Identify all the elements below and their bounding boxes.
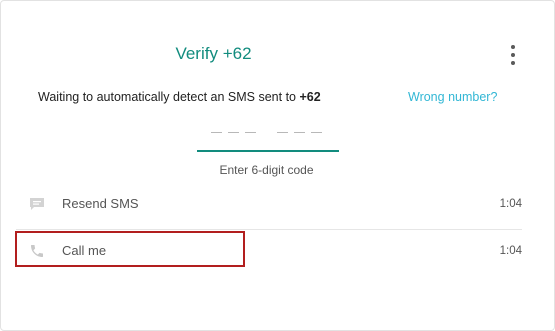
resend-sms-option[interactable]: Resend SMS 1:04 (16, 186, 522, 221)
more-options-icon[interactable] (505, 45, 521, 65)
code-digit-placeholder (211, 132, 222, 133)
divider (16, 229, 522, 230)
waiting-text: Waiting to automatically detect an SMS s… (38, 90, 300, 104)
code-digit-placeholder (294, 132, 305, 133)
call-me-timer: 1:04 (499, 244, 522, 257)
code-digit-placeholder (311, 132, 322, 133)
page-title: Verify +62 (175, 44, 252, 63)
code-field-label: Enter 6-digit code (219, 163, 314, 177)
message-icon (28, 195, 46, 213)
code-digit-placeholder (228, 132, 239, 133)
code-digit-placeholder (277, 132, 288, 133)
highlight-box (15, 231, 245, 267)
phone-number: +62 (299, 90, 321, 104)
resend-sms-timer: 1:04 (499, 197, 522, 210)
resend-sms-label: Resend SMS (62, 196, 139, 211)
wrong-number-link[interactable]: Wrong number? (408, 90, 497, 104)
code-digit-placeholder (245, 132, 256, 133)
code-input[interactable] (197, 120, 339, 152)
waiting-message: Waiting to automatically detect an SMS s… (38, 90, 321, 104)
